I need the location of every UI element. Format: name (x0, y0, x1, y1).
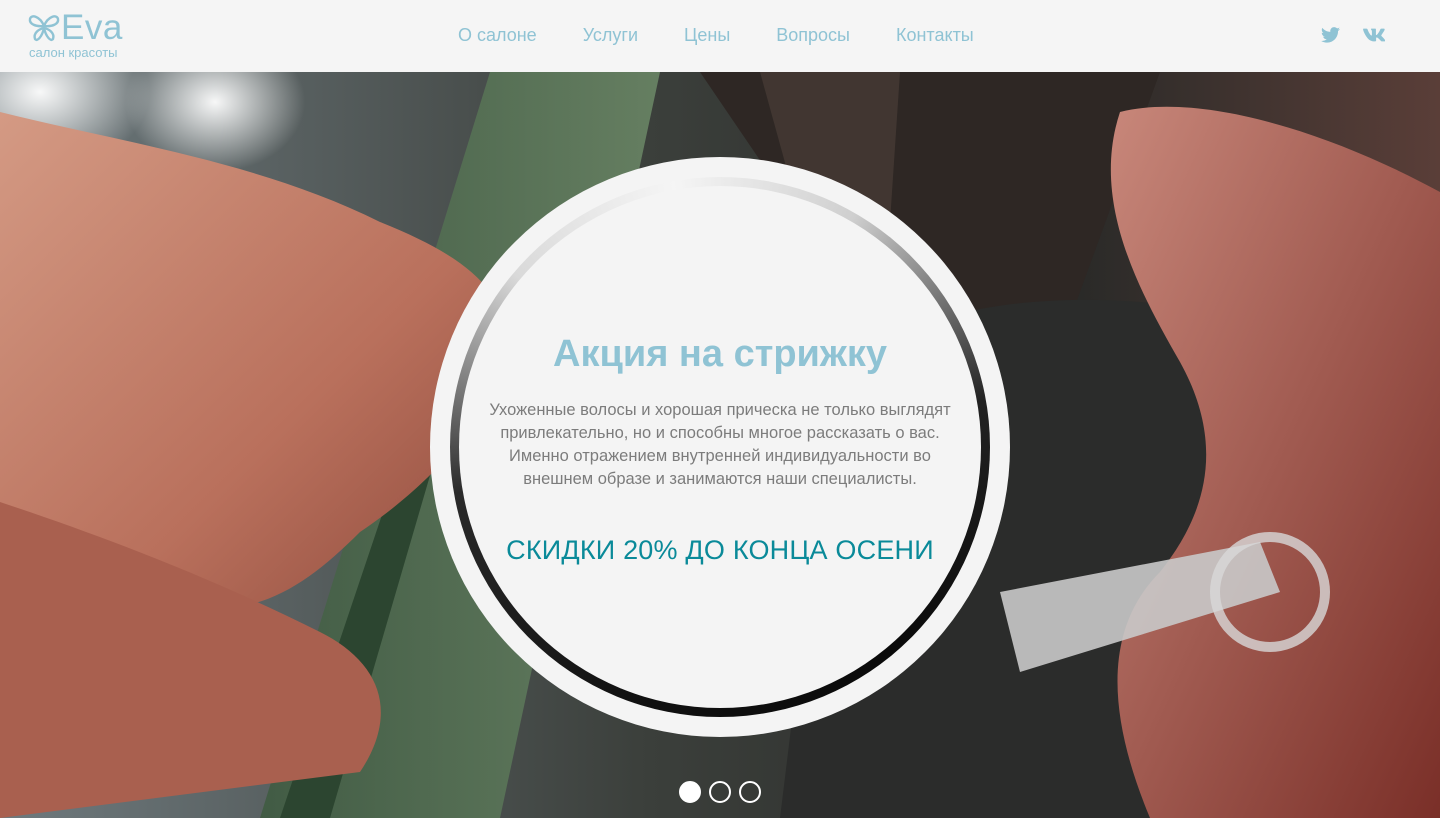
promo-discount: СКИДКИ 20% ДО КОНЦА ОСЕНИ (506, 535, 934, 565)
nav-item-contacts[interactable]: Контакты (896, 24, 974, 46)
twitter-icon (1320, 27, 1340, 43)
main-nav: О салоне Услуги Цены Вопросы Контакты (458, 24, 974, 46)
site-header: Eva салон красоты О салоне Услуги Цены В… (0, 0, 1440, 72)
twitter-link[interactable] (1318, 24, 1342, 46)
promo-title: Акция на стрижку (553, 333, 887, 375)
vk-icon (1363, 28, 1385, 42)
nav-item-about[interactable]: О салоне (458, 24, 537, 46)
slider-pagination (679, 781, 761, 803)
vk-link[interactable] (1362, 24, 1386, 46)
slider-dot-2[interactable] (709, 781, 731, 803)
hero-slider: Акция на стрижку Ухоженные волосы и хоро… (0, 72, 1440, 818)
logo-wordmark: Eva (61, 8, 123, 47)
butterfly-logo-icon (28, 15, 60, 42)
nav-item-faq[interactable]: Вопросы (776, 24, 850, 46)
logo-tagline: салон красоты (29, 45, 118, 60)
slider-dot-3[interactable] (739, 781, 761, 803)
nav-item-services[interactable]: Услуги (583, 24, 638, 46)
nav-item-prices[interactable]: Цены (684, 24, 730, 46)
logo[interactable]: Eva салон красоты (27, 10, 137, 62)
promo-description: Ухоженные волосы и хорошая прическа не т… (489, 401, 951, 488)
slider-dot-1[interactable] (679, 781, 701, 803)
